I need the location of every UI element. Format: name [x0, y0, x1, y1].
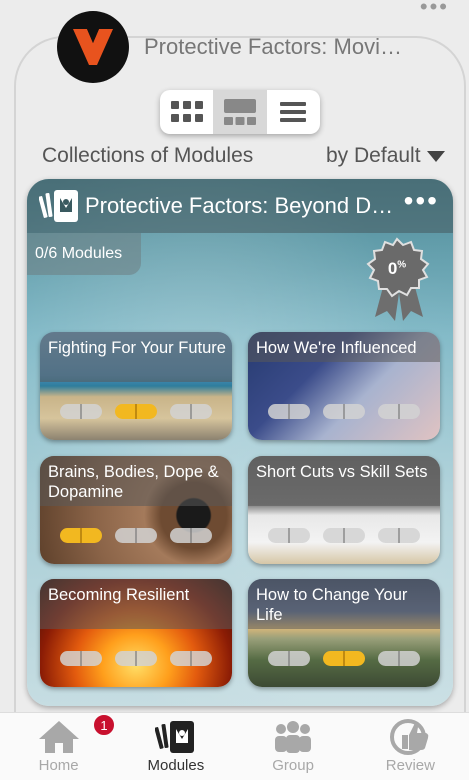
nav-label: Group — [272, 757, 314, 774]
progress-pill — [60, 651, 102, 666]
progress-pill — [378, 651, 420, 666]
progress-pill — [268, 651, 310, 666]
card-view-button[interactable] — [213, 90, 267, 134]
nav-home[interactable]: 1 Home — [0, 713, 117, 780]
progress-pill — [60, 528, 102, 543]
award-ribbon-icon — [366, 237, 430, 321]
view-toggle — [160, 90, 320, 134]
home-icon — [38, 721, 79, 753]
module-title: Fighting For Your Future — [48, 339, 226, 357]
award-badge: 0% — [365, 237, 433, 321]
chevron-down-icon — [426, 150, 445, 162]
progress-pill — [378, 404, 420, 419]
group-icon — [275, 721, 312, 753]
module-card[interactable]: Becoming Resilient — [40, 579, 232, 687]
modules-icon — [39, 190, 78, 222]
module-title: Brains, Bodies, Dope & Dopamine — [48, 463, 219, 501]
module-card[interactable]: Brains, Bodies, Dope & Dopamine — [40, 456, 232, 564]
collection-card[interactable]: Protective Factors: Beyond D… ••• 0/6 Mo… — [27, 179, 453, 706]
progress-pill — [323, 651, 365, 666]
progress-pill — [323, 404, 365, 419]
progress-pill — [60, 404, 102, 419]
module-title: How We're Influenced — [256, 339, 417, 357]
nav-group[interactable]: Group — [235, 713, 352, 780]
module-title: Becoming Resilient — [48, 586, 190, 604]
progress-pill — [170, 528, 212, 543]
list-view-button[interactable] — [267, 90, 320, 134]
bottom-nav: 1 Home Modules Group Review — [0, 712, 469, 780]
nav-label: Review — [385, 757, 435, 774]
list-icon — [280, 102, 307, 122]
sort-dropdown[interactable]: by Default — [326, 144, 445, 168]
sort-value: by Default — [326, 144, 421, 167]
review-icon — [390, 719, 429, 755]
nav-label: Home — [38, 757, 79, 774]
progress-pill — [115, 404, 157, 419]
progress-pill — [170, 404, 212, 419]
progress-pill — [170, 651, 212, 666]
progress-pill — [378, 528, 420, 543]
notification-badge: 1 — [92, 713, 116, 737]
module-progress — [60, 651, 212, 669]
module-card[interactable]: Short Cuts vs Skill Sets — [248, 456, 440, 564]
collections-heading: Collections of Modules — [42, 144, 254, 167]
card-view-icon — [223, 99, 256, 125]
module-progress — [268, 651, 420, 669]
collection-title: Protective Factors: Beyond D… — [85, 193, 394, 218]
progress-pill — [323, 528, 365, 543]
app-logo[interactable] — [57, 11, 129, 83]
collection-progress: 0/6 Modules — [27, 233, 141, 275]
progress-pill — [268, 528, 310, 543]
progress-pill — [268, 404, 310, 419]
progress-pill — [115, 651, 157, 666]
page-title: Protective Factors: Movi… — [144, 34, 402, 59]
module-card[interactable]: Fighting For Your Future — [40, 332, 232, 440]
grid-view-button[interactable] — [160, 90, 213, 134]
app-header: Protective Factors: Movi… — [0, 0, 469, 90]
modules-icon — [154, 721, 194, 753]
module-title: How to Change Your Life — [256, 586, 408, 624]
collection-card-header: Protective Factors: Beyond D… ••• — [27, 179, 453, 233]
module-progress — [60, 528, 212, 546]
module-progress — [268, 404, 420, 422]
module-progress — [268, 528, 420, 546]
module-card[interactable]: How to Change Your Life — [248, 579, 440, 687]
nav-review[interactable]: Review — [352, 713, 469, 780]
progress-pill — [115, 528, 157, 543]
nav-modules[interactable]: Modules — [117, 713, 234, 780]
nav-label: Modules — [147, 757, 205, 774]
badge-percent: 0% — [387, 259, 407, 278]
module-card[interactable]: How We're Influenced — [248, 332, 440, 440]
grid-icon — [170, 101, 203, 122]
module-title: Short Cuts vs Skill Sets — [256, 463, 428, 481]
module-progress — [60, 404, 212, 422]
more-options-button[interactable]: ••• — [404, 187, 439, 215]
